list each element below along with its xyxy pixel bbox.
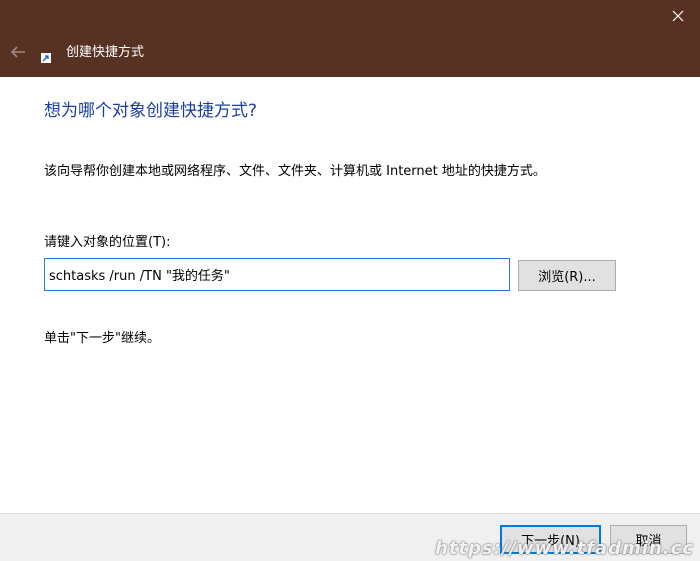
dialog-footer: 下一步(N) 取消 https://www.tfadmin.cc xyxy=(0,513,700,561)
back-button[interactable] xyxy=(4,38,32,66)
window-title: 创建快捷方式 xyxy=(66,45,145,60)
wizard-description: 该向导帮你创建本地或网络程序、文件、文件夹、计算机或 Internet 地址的快… xyxy=(44,164,546,179)
continue-hint: 单击"下一步"继续。 xyxy=(44,331,160,346)
shortcut-icon xyxy=(41,53,51,63)
browse-button[interactable]: 浏览(R)... xyxy=(518,260,616,291)
location-label: 请键入对象的位置(T): xyxy=(44,235,171,250)
create-shortcut-dialog: 创建快捷方式 想为哪个对象创建快捷方式? 该向导帮你创建本地或网络程序、文件、文… xyxy=(0,0,700,561)
wizard-content: 想为哪个对象创建快捷方式? 该向导帮你创建本地或网络程序、文件、文件夹、计算机或… xyxy=(0,77,700,513)
watermark: https://www.tfadmin.cc xyxy=(435,538,694,559)
close-button[interactable] xyxy=(656,0,700,32)
location-input[interactable] xyxy=(44,258,510,291)
page-heading: 想为哪个对象创建快捷方式? xyxy=(44,101,258,121)
back-arrow-icon xyxy=(10,46,25,58)
title-bar: 创建快捷方式 xyxy=(0,0,700,77)
close-icon xyxy=(672,10,684,22)
